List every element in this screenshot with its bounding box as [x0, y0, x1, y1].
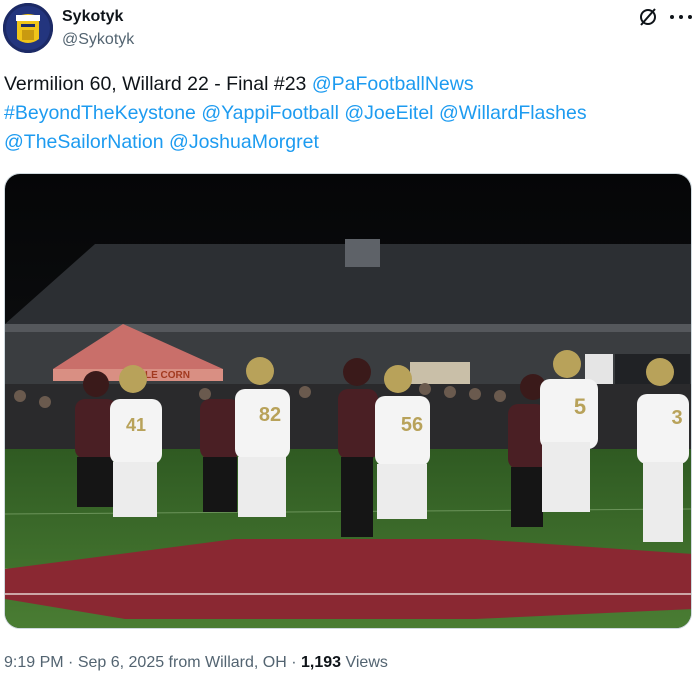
avatar[interactable] — [3, 3, 53, 53]
separator: · — [63, 654, 78, 671]
mention-link[interactable]: @JoeEitel — [344, 102, 433, 124]
mention-link[interactable]: @WillardFlashes — [439, 102, 587, 124]
grok-icon[interactable] — [637, 6, 659, 28]
tweet-header: Sykotyk @Sykotyk — [0, 0, 700, 60]
user-handle[interactable]: @Sykotyk — [62, 31, 134, 49]
tweet-text: Vermilion 60, Willard 22 - Final #23 @Pa… — [4, 70, 684, 157]
tweet-time[interactable]: 9:19 PM — [4, 654, 64, 671]
football-photo: LE CORN 41 82 56 5 3 — [5, 174, 691, 628]
mention-link[interactable]: @JoshuaMorgret — [169, 131, 319, 153]
tweet-text-body: Vermilion 60, Willard 22 - Final #23 — [4, 73, 312, 95]
tweet-photo[interactable]: LE CORN 41 82 56 5 3 — [4, 173, 692, 629]
vent — [345, 239, 380, 267]
mention-link[interactable]: @PaFootballNews — [312, 73, 474, 95]
display-name[interactable]: Sykotyk — [62, 8, 123, 26]
jersey-number: 3 — [671, 407, 682, 429]
jersey-number: 82 — [259, 404, 281, 426]
jersey-number: 5 — [574, 394, 586, 419]
tweet-date-location[interactable]: Sep 6, 2025 from Willard, OH — [78, 654, 287, 671]
mention-link[interactable]: @TheSailorNation — [4, 131, 164, 153]
tent-sign: LE CORN — [145, 370, 190, 381]
jersey-number: 41 — [126, 415, 146, 435]
mention-link[interactable]: @YappiFootball — [201, 102, 339, 124]
separator: · — [286, 654, 301, 671]
jersey-number: 56 — [401, 414, 423, 436]
tweet-meta: 9:19 PM · Sep 6, 2025 from Willard, OH ·… — [4, 654, 388, 672]
hashtag-link[interactable]: #BeyondTheKeystone — [4, 102, 196, 124]
avatar-image — [3, 3, 53, 53]
views-label: Views — [341, 654, 388, 671]
views-count: 1,193 — [301, 654, 342, 671]
more-icon[interactable] — [668, 12, 694, 22]
